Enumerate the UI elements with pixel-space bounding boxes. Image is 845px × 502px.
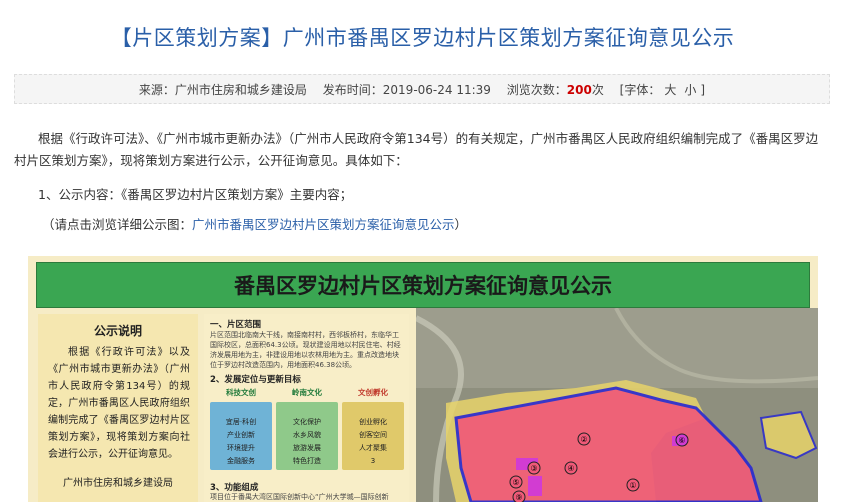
font-size-label: [字体： [619,83,661,97]
detail-link[interactable]: 广州市番禺区罗边村片区策划方案征询意见公示 [192,217,455,232]
source-label: 来源： [138,83,175,97]
section-goal-heading: 2、发展定位与更新目标 [210,375,301,385]
font-size-bracket: ] [700,83,706,97]
font-small-button[interactable]: 小 [684,83,696,97]
map-label-5: ⑤ [512,478,519,487]
views-unit: 次 [591,83,604,97]
publish-date: 发布时间：2019-06-24 11:39 [323,83,491,97]
notice-poster-image[interactable]: 番禺区罗边村片区策划方案征询意见公示 公示说明 根据《行政许可法》以及《广州市城… [28,256,818,502]
map-label-9: ⑨ [515,493,522,502]
source-value: 广州市住房和城乡建设局 [174,83,307,97]
font-large-button[interactable]: 大 [664,83,676,97]
marker-magenta-2 [528,476,542,496]
map-label-3: ③ [530,464,537,473]
zoning-map-svg: ② ③ ④ ⑤ ⑥ ① ⑨ [416,308,818,502]
poster-notice-panel: 公示说明 根据《行政许可法》以及《广州市城市更新办法》（广州市人民政府令第134… [38,314,198,502]
section-scope-heading: 一、片区范围 [210,320,262,330]
goal-column-2: 岭南文化 文化保护 水乡风貌 旅游发展 特色打造 [276,386,338,476]
font-size-control: [字体：大小] [620,83,705,97]
source-info: 来源：广州市住房和城乡建设局 [139,83,307,97]
detail-prefix: （请点击浏览详细公示图： [42,217,193,232]
view-count: 浏览次数：200次 [507,83,604,97]
zoning-map: ② ③ ④ ⑤ ⑥ ① ⑨ [416,308,818,502]
date-value: 2019-06-24 11:39 [382,83,491,97]
detail-suffix: ） [454,217,468,232]
notice-body: 根据《行政许可法》以及《广州市城市更新办法》（广州市人民政府令第134号）的规定… [48,347,190,460]
poster-info-panel: 一、片区范围 片区范围北临南大干线，南接南村村，西邻板桥村，东临华工国际校区，总… [204,314,409,502]
goal-head-2: 岭南文化 [292,388,322,397]
goal-body-3: 创业孵化 创客空间 人才聚集 3 [342,402,404,470]
map-label-6: ⑥ [678,436,685,445]
goal-head-1: 科技文创 [226,388,256,397]
goal-head-3: 文创孵化 [358,388,388,397]
section-function-text: 项目位于番禺大湾区国际创新中心“广州大学城—国际创新城”，番禺区在文创产业中的地… [210,493,389,501]
poster-title: 番禺区罗边村片区策划方案征询意见公示 [36,262,810,308]
date-label: 发布时间： [322,83,383,97]
detail-link-line: （请点击浏览详细公示图：广州市番禺区罗边村片区策划方案征询意见公示） [42,214,845,236]
notice-signature: 广州市住房和城乡建设局 [63,478,173,489]
views-label: 浏览次数： [506,83,567,97]
goal-columns: 科技文创 宜居·科创 产业创新 环境提升 金融服务 岭南文化 文化保护 水乡风貌… [210,386,404,476]
section-scope-text: 片区范围北临南大干线，南接南村村，西邻板桥村，东临华工国际校区，总面积64.3公… [210,331,401,369]
goal-body-2: 文化保护 水乡风貌 旅游发展 特色打造 [276,402,338,470]
map-label-4: ④ [567,464,574,473]
views-value: 200 [566,83,592,97]
page-title: 【片区策划方案】广州市番禺区罗边村片区策划方案征询意见公示 [110,26,735,50]
intro-paragraph: 根据《行政许可法》、《广州市城市更新办法》（广州市人民政府令第134号）的有关规… [14,131,819,168]
goal-column-3: 文创孵化 创业孵化 创客空间 人才聚集 3 [342,386,404,476]
goal-body-1: 宜居·科创 产业创新 环境提升 金融服务 [210,402,272,470]
goal-column-1: 科技文创 宜居·科创 产业创新 环境提升 金融服务 [210,386,272,476]
article-meta-bar: 来源：广州市住房和城乡建设局 发布时间：2019-06-24 11:39 浏览次… [14,74,830,104]
map-label-1: ① [629,481,636,490]
content-item-1: 1、公示内容：《番禺区罗边村片区策划方案》主要内容； [38,187,353,202]
notice-title: 公示说明 [93,324,142,338]
map-label-2: ② [580,435,587,444]
